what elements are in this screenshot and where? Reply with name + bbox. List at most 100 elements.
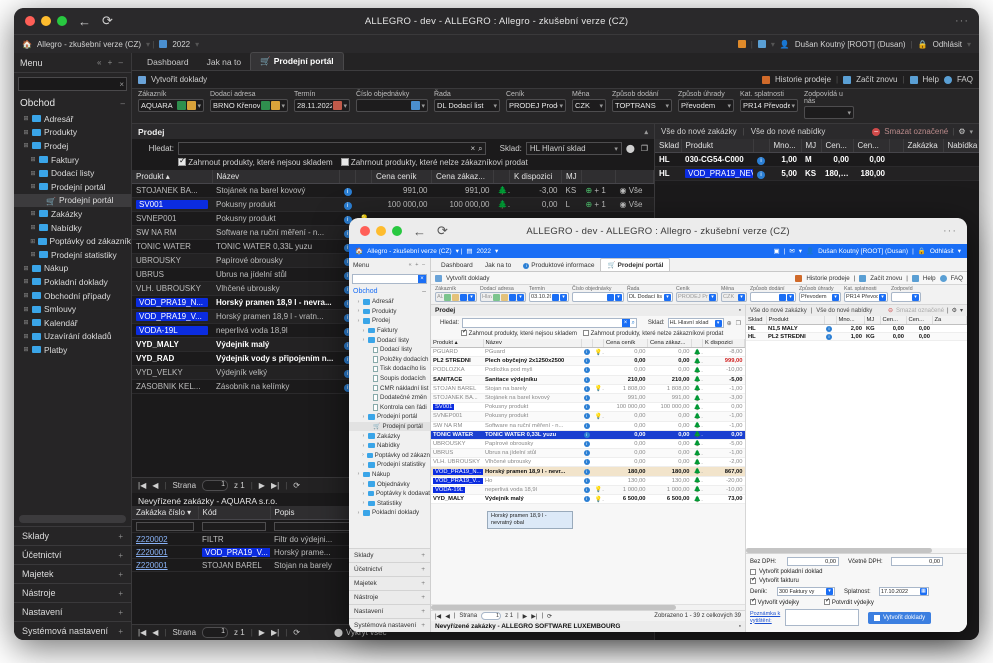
first-page-icon-front[interactable]: |◀ <box>435 613 441 620</box>
front-tab-prodejn-port-l[interactable]: 🛒Prodejní portál <box>600 258 670 271</box>
history-link[interactable]: Historie prodeje <box>775 75 831 84</box>
front-right-header[interactable]: Vše do nové zakázky | Vše do nové nabídk… <box>746 305 967 316</box>
front-cart-header[interactable]: SkladProduktMno...MJCen...Cen...Za <box>746 316 967 325</box>
cell-info[interactable]: i <box>340 198 356 212</box>
refresh-icon-front[interactable]: ⟳ <box>547 613 552 620</box>
vse-zakazky-link-front[interactable]: Vše do nové zakázky <box>750 308 807 314</box>
back-tabbar[interactable]: DashboardJak na to🛒Prodejní portál <box>132 53 979 71</box>
chevron-down-icon[interactable]: ▾ <box>343 102 347 110</box>
collapse-all-icon[interactable]: – <box>119 58 125 67</box>
front-sidebar-footer[interactable]: Sklady+Účetnictví+Majetek+Nástroje+Nasta… <box>349 548 430 632</box>
group-collapse-icon[interactable]: – <box>121 99 125 108</box>
mail-icon-front[interactable]: ✉ <box>789 247 794 255</box>
column-header[interactable]: Kód <box>198 506 270 520</box>
column-header[interactable] <box>582 170 616 184</box>
cell-info[interactable]: i <box>582 366 593 375</box>
cell-produkt[interactable]: VLH. UBROUSKY <box>431 458 483 467</box>
all-icon[interactable]: ◉ <box>620 200 627 209</box>
column-header[interactable]: Produkt ▴ <box>132 170 212 184</box>
expand-all-icon[interactable]: + <box>108 58 115 67</box>
back-arrow-icon-front[interactable]: ← <box>413 224 426 239</box>
expander-icon[interactable]: ⊞ <box>30 170 36 177</box>
faq-link-front[interactable]: FAQ <box>951 275 963 282</box>
page-input-2[interactable]: 1 <box>202 627 228 638</box>
table-row[interactable]: SV001Pokusny produkti100 000,00100 000,0… <box>431 403 745 412</box>
expander-icon[interactable]: ⊞ <box>23 319 29 326</box>
front-sidebar-item-objedn-vky[interactable]: ›Objednávky <box>349 479 430 489</box>
column-header[interactable]: MJ <box>801 139 821 153</box>
expander-icon[interactable]: ⊞ <box>30 238 35 245</box>
settings-dot-icon-front[interactable]: ⊕ <box>727 320 732 327</box>
chevron-down-icon[interactable]: ▾ <box>727 102 731 110</box>
table-row[interactable]: HLPL2 STREDNIi1,00KG0,000,00 <box>746 333 967 341</box>
front-grid-body[interactable]: PGUARDPGuardi💡0,000,00🌲-8,00PL2 STREDNIP… <box>431 348 745 504</box>
expander-icon[interactable]: › <box>361 414 366 420</box>
sidebar-item-prodej[interactable]: ⊞Prodej <box>14 139 131 153</box>
cell-produkt[interactable]: VOD_PRA19_N... <box>431 467 483 476</box>
calendar-icon[interactable] <box>552 294 559 301</box>
column-header[interactable] <box>889 139 903 153</box>
info-icon[interactable]: i <box>826 334 832 340</box>
field-zp-sob-hrady[interactable]: Způsob úhradyPřevodem▾ <box>678 91 734 119</box>
restart-link-front[interactable]: Začít znovu <box>870 275 902 282</box>
chevron-down-icon[interactable]: ▾ <box>281 102 285 110</box>
front-cart-body[interactable]: HLN1,5 MALYi2,00KG0,000,00HLPL2 STREDNIi… <box>746 325 967 341</box>
table-row[interactable]: HL030-CG54-C000i1,00M0,000,00 <box>655 153 979 167</box>
sidebar-item-dodac-listy[interactable]: ⊞Dodací listy <box>14 166 131 180</box>
table-row[interactable]: PGUARDPGuardi💡0,000,00🌲-8,00 <box>431 348 745 357</box>
chk-potvrdit-row[interactable]: Potvrdit výdejky <box>824 599 874 606</box>
front-sidebar-item-pokladn-doklady[interactable]: ›Pokladní doklady <box>349 508 430 518</box>
cell-info[interactable]: i <box>582 384 593 393</box>
vse-nabidky-link-front[interactable]: Vše do nové nabídky <box>816 308 872 314</box>
lookup-icon[interactable] <box>493 294 500 301</box>
cell-info[interactable]: i <box>340 184 356 198</box>
field-input[interactable]: 03.10.2022▾ <box>529 292 569 302</box>
denik-caret-icon[interactable]: ▾ <box>826 588 833 595</box>
sklad-select-front[interactable]: HL Hlavní sklad ▾ <box>668 318 724 328</box>
field-input[interactable]: Převodem▾ <box>799 292 841 302</box>
field-input[interactable]: Hlavní a▾ <box>480 292 526 302</box>
cell-zakazka[interactable]: Z220001 <box>132 559 198 572</box>
field-m-na[interactable]: MěnaCZK▾ <box>572 91 606 119</box>
front-sidebar-item-zak-zky[interactable]: ›Zakázky <box>349 431 430 441</box>
expander-icon[interactable]: ⊞ <box>23 129 29 136</box>
tab-prodejn-port-l[interactable]: 🛒Prodejní portál <box>250 52 344 70</box>
picker-icon[interactable] <box>460 294 467 301</box>
chk-pokladni-icon[interactable] <box>750 569 756 575</box>
caret3-front[interactable]: ▾ <box>958 247 961 255</box>
front-tab-jak-na-to[interactable]: Jak na to <box>479 260 517 271</box>
expander-icon[interactable]: ⊞ <box>30 156 36 163</box>
order-link[interactable]: Z220001 <box>136 548 168 557</box>
field-input[interactable]: BRNO Křenov▾ <box>210 99 288 112</box>
column-header[interactable]: Cena zákaz... <box>648 339 692 348</box>
year-label[interactable]: 2022 <box>172 40 190 49</box>
expander-icon[interactable]: › <box>356 299 361 305</box>
chevron-down-icon[interactable]: ▾ <box>664 294 671 301</box>
back-arrow-icon[interactable]: ← <box>78 14 91 29</box>
table-row[interactable]: SV001Pokusny produkti100 000,00100 000,0… <box>132 198 654 212</box>
cell-produkt[interactable]: SW NA RM <box>132 226 212 240</box>
chevron-down-icon[interactable]: ▾ <box>599 102 603 110</box>
front-sidebar-search[interactable]: × <box>352 274 427 284</box>
front-grid-wrap[interactable]: Produkt ▴NázevCena ceníkCena zákaz...K d… <box>431 339 745 604</box>
page-input[interactable]: 1 <box>202 480 228 491</box>
window-controls[interactable] <box>14 16 67 26</box>
front-sidebar-item-adres-[interactable]: ›Adresář <box>349 297 430 307</box>
chk-vydejky-icon[interactable] <box>750 599 756 605</box>
cell-zakazka[interactable]: Z220002 <box>132 533 198 546</box>
front-window-titlebar[interactable]: ← ⟳ ALLEGRO - dev - ALLEGRO : Allegro - … <box>349 218 967 244</box>
sidebar-group-majetek[interactable]: Majetek+ <box>14 564 131 583</box>
sidebar-group-sklady[interactable]: Sklady+ <box>14 526 131 545</box>
cell-produkt[interactable]: VODA-19L <box>431 485 483 494</box>
front-window-controls[interactable] <box>349 226 402 236</box>
cell-kod[interactable]: STOJAN BAREL <box>198 559 270 572</box>
expander-icon[interactable]: › <box>356 318 361 324</box>
column-header[interactable]: Produkt <box>681 139 753 153</box>
field-cen-k[interactable]: CeníkPRODEJ Prodejn▾ <box>506 91 566 119</box>
group-collapse-icon-front[interactable]: – <box>422 288 426 295</box>
front-sidebar-group-n-stroje[interactable]: Nástroje+ <box>349 590 430 604</box>
front-sidebar-item-popt-vky-od-z-kazn[interactable]: ›Poptávky od zákazn <box>349 451 430 461</box>
column-header[interactable] <box>616 170 654 184</box>
field--ada[interactable]: ŘadaDL Dodací list▾ <box>434 91 500 119</box>
sidebar-item-zak-zky[interactable]: ⊞Zakázky <box>14 207 131 221</box>
